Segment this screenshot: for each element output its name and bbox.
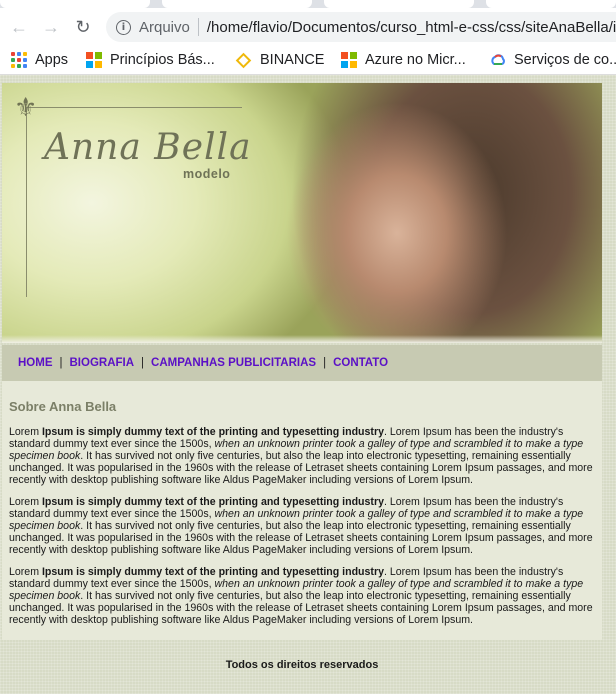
tab[interactable] <box>324 0 474 8</box>
paragraph-lead: Lorem <box>9 496 42 508</box>
url-scheme-label: Arquivo <box>139 18 190 36</box>
bookmark-label: Apps <box>35 52 69 68</box>
back-button[interactable]: ← <box>8 16 30 38</box>
fleur-de-lis-icon: ⚜ <box>14 93 38 123</box>
paragraph-tail: . It has survived not only five centurie… <box>9 590 593 626</box>
paragraph-bold: Ipsum is simply dummy text of the printi… <box>41 496 384 508</box>
divider <box>197 18 199 36</box>
binance-logo-icon <box>235 52 252 68</box>
microsoft-logo-icon <box>341 52 357 68</box>
paragraph: Lorem Ipsum is simply dummy text of the … <box>9 566 595 626</box>
apps-grid-icon <box>11 52 27 68</box>
paragraph-bold: Ipsum is simply dummy text of the printi… <box>41 426 384 438</box>
url-text[interactable]: /home/flavio/Documentos/curso_html-e-css… <box>207 19 616 36</box>
brand-subtitle: modelo <box>183 167 231 181</box>
section-title: Sobre Anna Bella <box>9 399 117 414</box>
header-banner: ⚜ Anna Bella modelo <box>2 83 602 343</box>
browser-toolbar: ← → ↻ i Arquivo /home/flavio/Documentos/… <box>0 0 616 47</box>
bookmark-principios[interactable]: Princípios Bás... <box>86 50 215 70</box>
tab[interactable] <box>162 0 312 8</box>
bookmarks-bar: Apps Princípios Bás... BINANCE Azure no … <box>0 46 616 75</box>
bookmark-label: BINANCE <box>260 52 325 68</box>
bookmark-azure[interactable]: Azure no Micr... <box>341 50 466 70</box>
menu-home[interactable]: HOME <box>18 357 53 369</box>
info-icon[interactable]: i <box>116 19 131 35</box>
content-area: Sobre Anna Bella Lorem Ipsum is simply d… <box>2 381 602 640</box>
logo-frame-line <box>26 107 242 108</box>
menu-campanhas[interactable]: CAMPANHAS PUBLICITARIAS <box>151 357 316 369</box>
tab[interactable] <box>486 0 616 8</box>
menu-separator: | <box>59 357 63 369</box>
banner-fade <box>2 335 602 343</box>
paragraph-tail: . It has survived not only five centurie… <box>9 520 593 556</box>
bookmark-binance[interactable]: BINANCE <box>235 50 324 70</box>
paragraph-lead: Lorem <box>9 566 42 578</box>
bookmark-label: Princípios Bás... <box>110 52 215 68</box>
paragraph-tail: . It has survived not only five centurie… <box>9 450 593 486</box>
reload-icon: ↻ <box>75 17 91 37</box>
footer-text: Todos os direitos reservados <box>225 659 379 671</box>
menu-contato[interactable]: CONTATO <box>333 357 388 369</box>
tab-strip <box>0 0 616 8</box>
bookmark-label: Serviços de co... <box>514 52 616 68</box>
bookmark-label: Azure no Micr... <box>365 52 466 68</box>
menu-biografia[interactable]: BIOGRAFIA <box>70 357 135 369</box>
bookmark-servicos[interactable]: Serviços de co... <box>490 50 616 70</box>
microsoft-logo-icon <box>86 52 102 68</box>
paragraph: Lorem Ipsum is simply dummy text of the … <box>9 426 595 486</box>
menu-separator: | <box>141 357 145 369</box>
address-bar[interactable]: i Arquivo /home/flavio/Documentos/curso_… <box>106 12 616 42</box>
forward-button[interactable]: → <box>40 16 62 38</box>
reload-button[interactable]: ↻ <box>72 16 94 38</box>
web-page: ⚜ Anna Bella modelo HOME | BIOGRAFIA | C… <box>0 75 616 694</box>
menu-separator: | <box>323 357 327 369</box>
logo-frame-line <box>26 107 27 297</box>
paragraph: Lorem Ipsum is simply dummy text of the … <box>9 496 595 556</box>
arrow-left-icon: ← <box>10 17 28 37</box>
tab[interactable] <box>0 0 150 8</box>
paragraph-bold: Ipsum is simply dummy text of the printi… <box>41 566 384 578</box>
arrow-right-icon: → <box>42 17 60 37</box>
bookmark-apps[interactable]: Apps <box>11 50 68 70</box>
google-cloud-icon <box>491 54 505 65</box>
paragraph-lead: Lorem <box>9 426 42 438</box>
main-menu: HOME | BIOGRAFIA | CAMPANHAS PUBLICITARI… <box>2 345 602 381</box>
brand-name: Anna Bella <box>44 127 252 168</box>
